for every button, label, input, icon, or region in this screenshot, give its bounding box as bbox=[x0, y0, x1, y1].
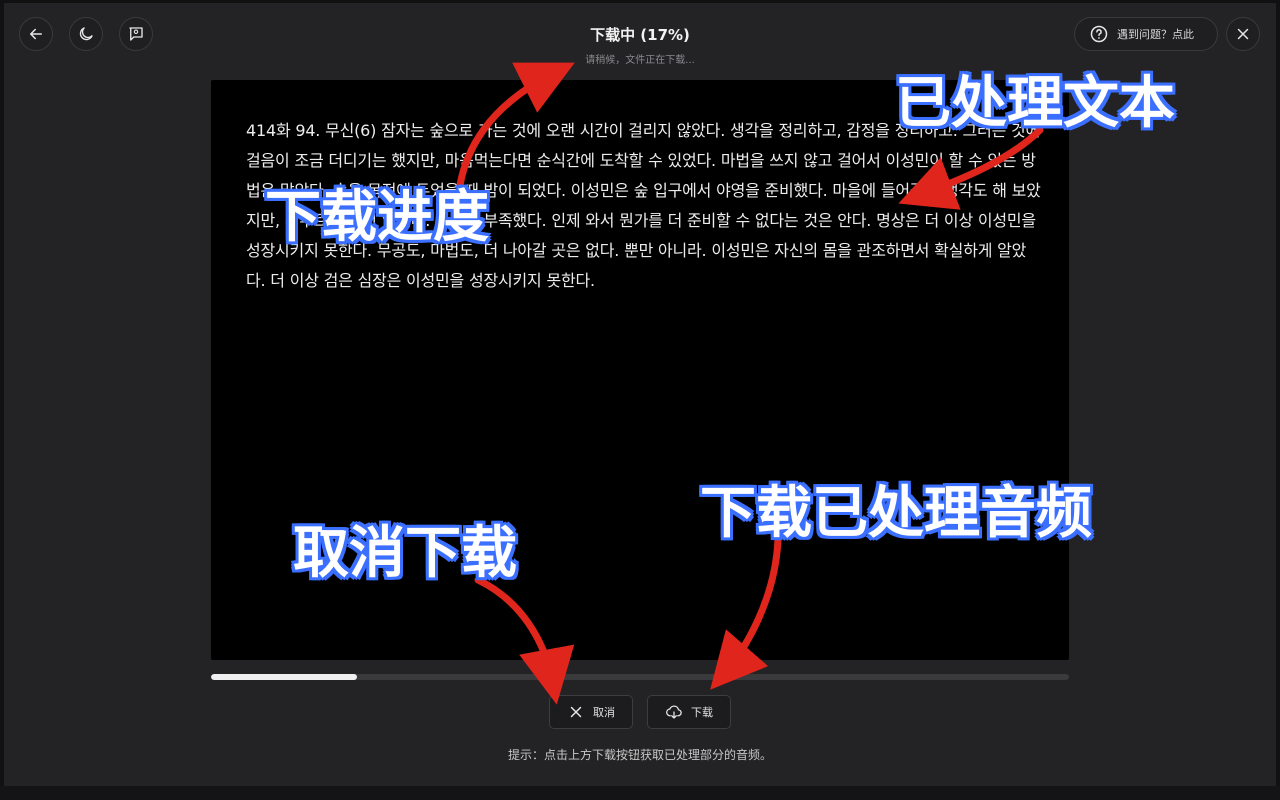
feedback-button[interactable] bbox=[119, 17, 153, 51]
download-status-subtitle: 请稍候，文件正在下载... bbox=[585, 55, 695, 66]
back-button[interactable] bbox=[19, 17, 53, 51]
moon-icon bbox=[79, 27, 93, 41]
x-icon bbox=[570, 706, 582, 718]
window-frame-bottom bbox=[0, 786, 1280, 800]
close-icon bbox=[1237, 28, 1249, 40]
download-status-title: 下载中 (17%) bbox=[590, 26, 690, 44]
annotation-processed-text: 已处理文本 bbox=[895, 71, 1175, 136]
close-button[interactable] bbox=[1226, 17, 1260, 51]
download-progress-fill bbox=[211, 674, 357, 680]
annotation-cancel-download: 取消下载 bbox=[293, 521, 517, 586]
message-square-icon bbox=[129, 27, 143, 41]
hint-text: 提示：点击上方下载按钮获取已处理部分的音频。 bbox=[507, 748, 772, 762]
download-progress-bar bbox=[211, 674, 1069, 680]
help-circle-icon bbox=[1090, 25, 1108, 43]
help-button[interactable]: 遇到问题？点此 bbox=[1074, 17, 1218, 51]
help-button-label: 遇到问题？点此 bbox=[1117, 28, 1194, 41]
cancel-button-label: 取消 bbox=[593, 706, 615, 719]
window-frame-right bbox=[1276, 0, 1280, 800]
download-button[interactable]: 下载 bbox=[647, 695, 731, 729]
cloud-download-icon bbox=[666, 705, 682, 719]
theme-toggle-button[interactable] bbox=[69, 17, 103, 51]
window-frame-left bbox=[0, 0, 4, 800]
download-button-label: 下载 bbox=[691, 706, 713, 719]
window-frame-top bbox=[0, 0, 1280, 3]
cancel-button[interactable]: 取消 bbox=[549, 695, 633, 729]
annotation-download-progress: 下载进度 bbox=[265, 185, 489, 250]
annotation-download-processed-audio: 下载已处理音频 bbox=[700, 481, 1092, 546]
arrow-left-icon bbox=[30, 28, 42, 40]
